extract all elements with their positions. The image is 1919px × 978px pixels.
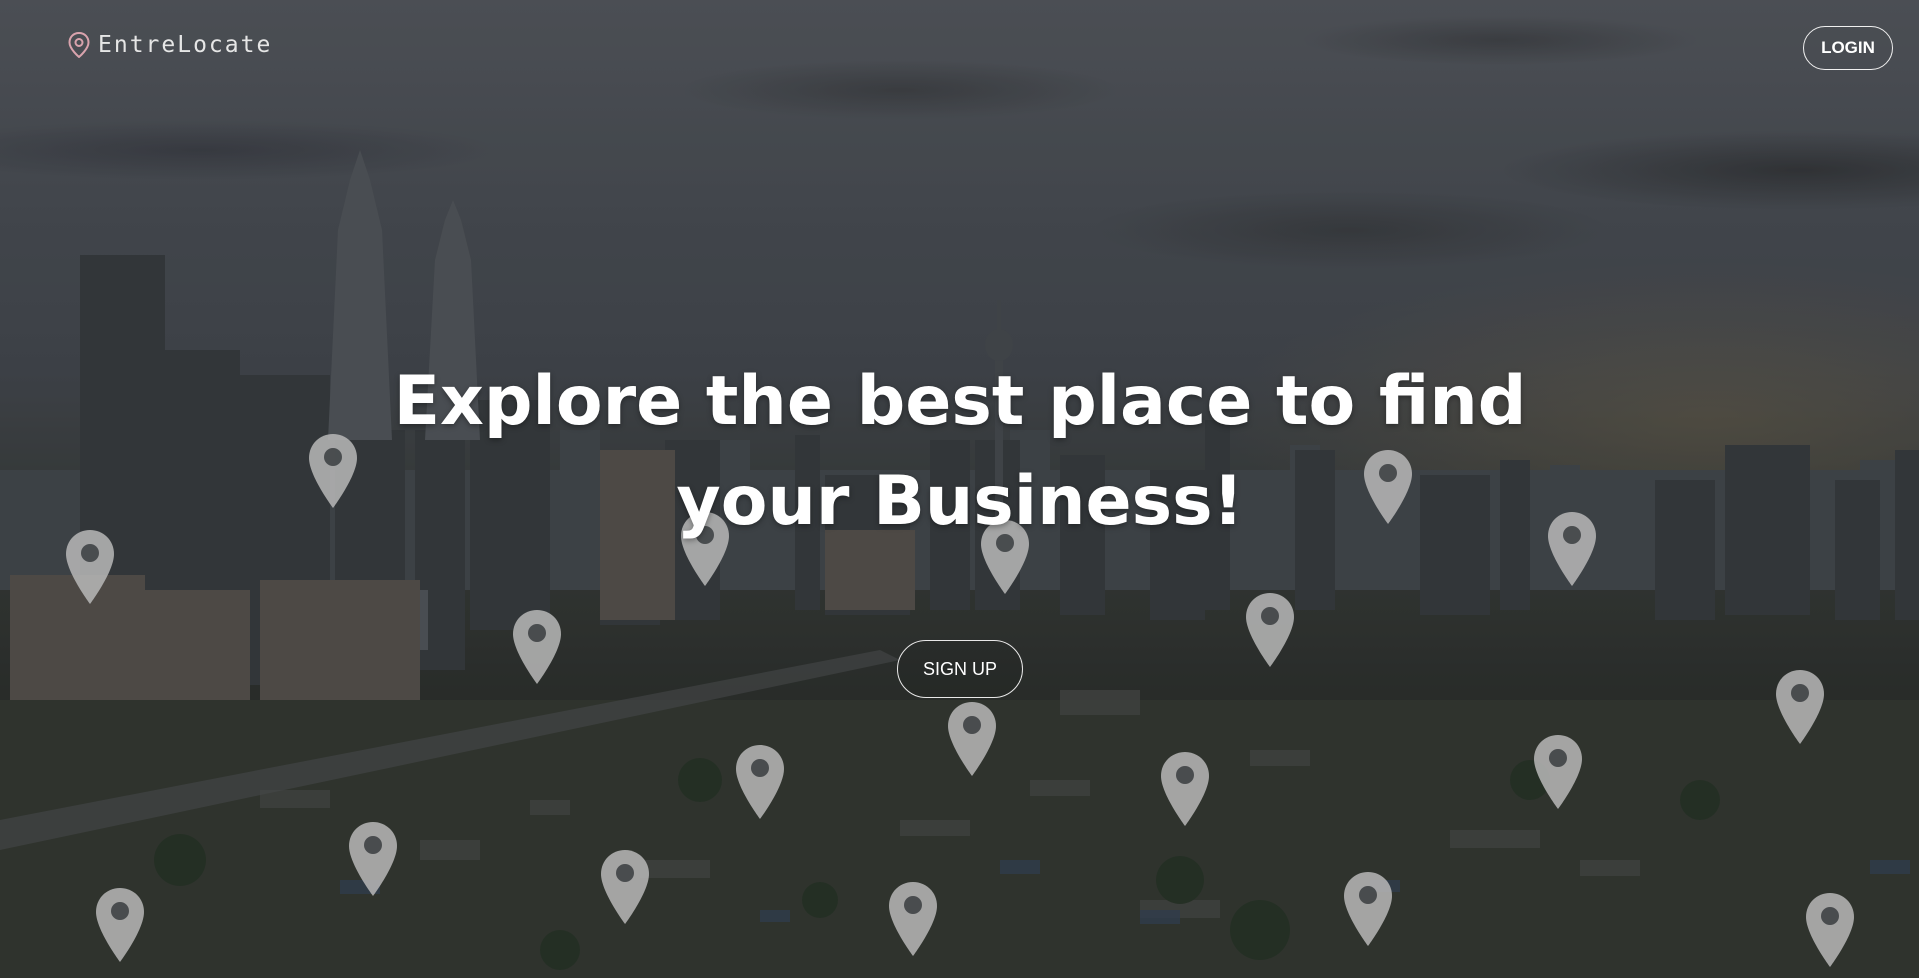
location-pin-icon (513, 610, 561, 684)
location-pin-icon (601, 850, 649, 924)
hero-section: EntreLocate LOGIN Explore the best place… (0, 0, 1919, 978)
signup-button[interactable]: SIGN UP (897, 640, 1023, 698)
location-pin-icon (948, 702, 996, 776)
location-pin-icon (1161, 752, 1209, 826)
location-pin-icon (889, 882, 937, 956)
location-pin-icon (1806, 893, 1854, 967)
location-pin-icon (1246, 593, 1294, 667)
headline-line-2: your Business! (676, 462, 1244, 541)
hero-headline: Explore the best place to find your Busi… (360, 352, 1560, 552)
location-pin-icon (96, 888, 144, 962)
location-pin-icon (349, 822, 397, 896)
login-button[interactable]: LOGIN (1803, 26, 1893, 70)
brand-name: EntreLocate (98, 32, 273, 58)
brand-logo[interactable]: EntreLocate (68, 32, 272, 58)
location-pin-icon (1776, 670, 1824, 744)
location-pin-icon (736, 745, 784, 819)
map-pin-icon (68, 32, 90, 58)
location-pin-icon (1534, 735, 1582, 809)
location-pin-icon (66, 530, 114, 604)
headline-line-1: Explore the best place to find (393, 362, 1527, 441)
location-pin-icon (1344, 872, 1392, 946)
location-pin-icon (309, 434, 357, 508)
